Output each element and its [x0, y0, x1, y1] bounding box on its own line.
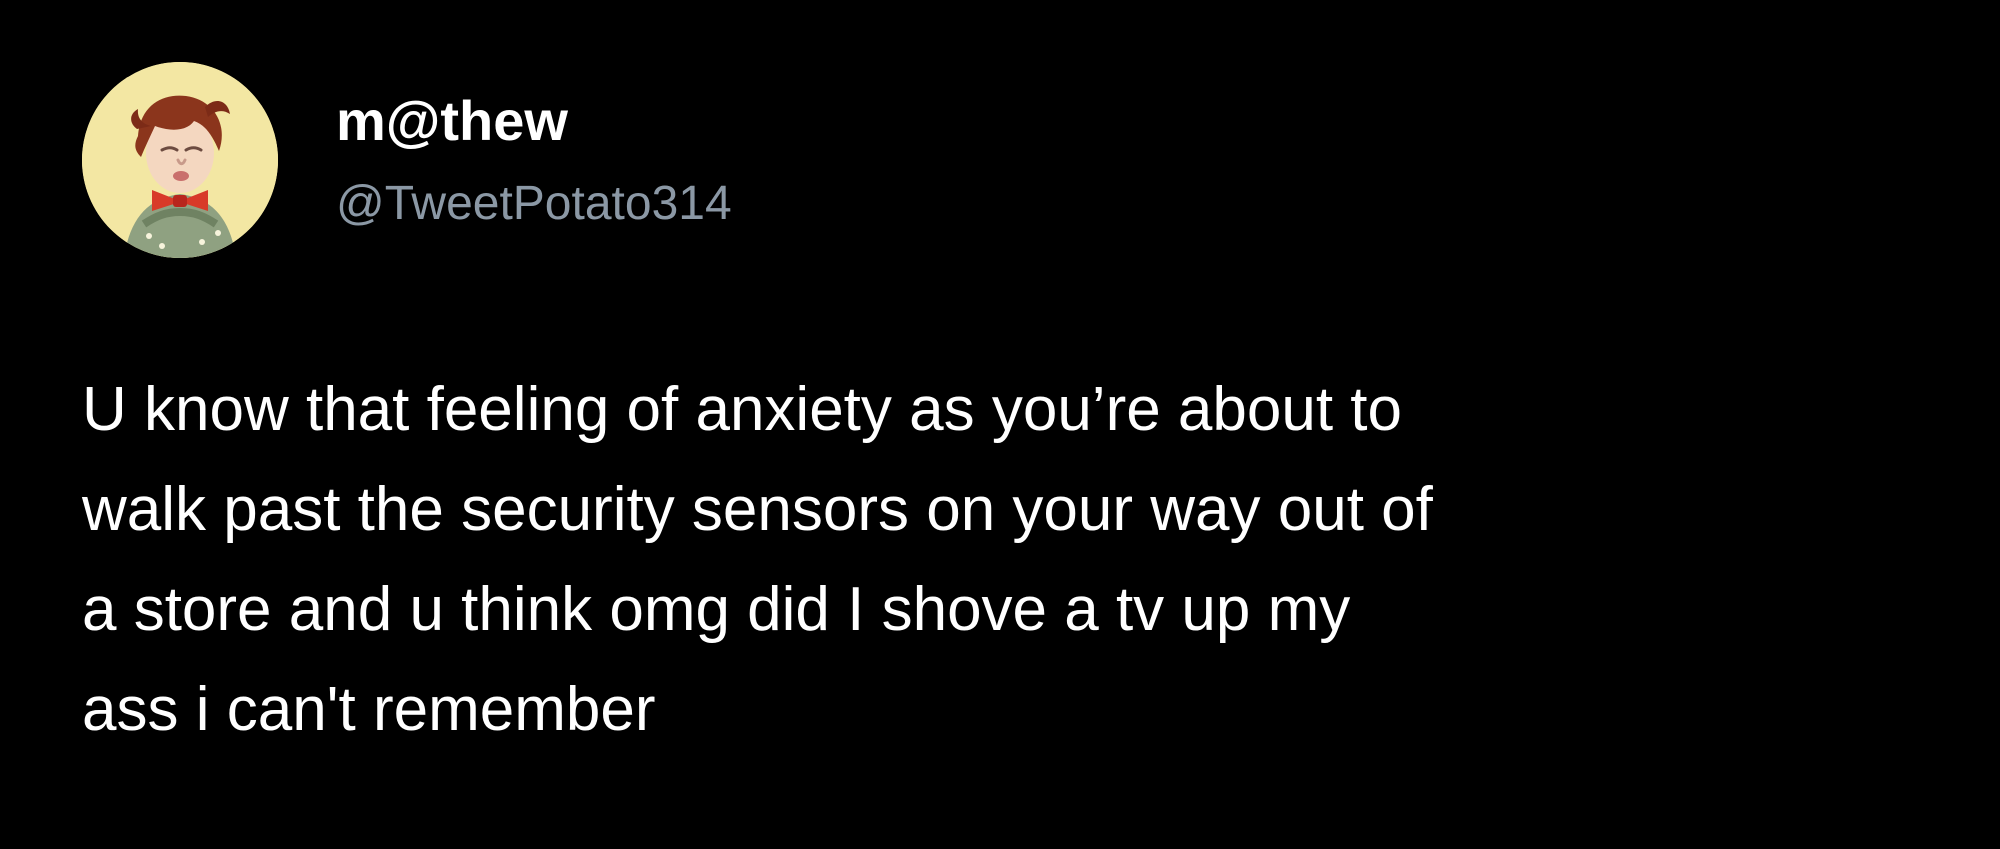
tweet-card: m@thew @TweetPotato314 U know that feeli…: [0, 0, 2000, 849]
child-portrait-avatar-icon: [82, 62, 278, 258]
tweet-text-line: ass i can't remember: [82, 675, 656, 744]
tweet-text: U know that feeling of anxiety as you’re…: [82, 360, 1942, 760]
tweet-text-line: U know that feeling of anxiety as you’re…: [82, 375, 1403, 444]
author-display-name[interactable]: m@thew: [336, 88, 732, 154]
tweet-header: m@thew @TweetPotato314: [82, 62, 732, 258]
avatar[interactable]: [82, 62, 278, 258]
tweet-text-line: a store and u think omg did I shove a tv…: [82, 575, 1351, 644]
author-names: m@thew @TweetPotato314: [336, 88, 732, 232]
author-handle[interactable]: @TweetPotato314: [336, 176, 732, 232]
tweet-text-line: walk past the security sensors on your w…: [82, 475, 1433, 544]
